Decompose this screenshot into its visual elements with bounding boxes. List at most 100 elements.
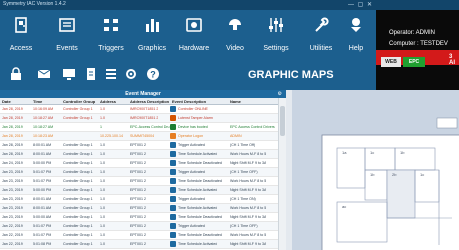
table-row[interactable]: Jan 28, 2019 10:18:27 AM Controller Group …: [0, 114, 278, 123]
room-label: 1c: [370, 150, 374, 155]
ribbon-label: Graphics: [137, 45, 166, 52]
list-icon[interactable]: [104, 67, 118, 81]
ribbon-graphics-button[interactable]: Graphics: [135, 12, 169, 58]
table-row[interactable]: Jan 28, 2019 10:18:27 AM 1 EPC-Access Contr…: [0, 123, 278, 132]
event-type-icon: [170, 106, 176, 112]
cell-event: Lutenst Tamper Alarm: [178, 116, 213, 120]
cell-date: Jan 23, 2019: [2, 179, 23, 183]
cell-event: Time Schedule Deactivated: [178, 215, 222, 219]
table-row[interactable]: Jan 23, 2019 8:00:01 AM Controller Group 1…: [0, 204, 278, 213]
cell-time: 5:01:08 PM: [33, 242, 52, 246]
room-label: 1b: [370, 172, 375, 177]
cell-addr-desc: IMRC900T1851 2: [130, 116, 159, 120]
operator-panel: Operator: ADMIN Computer : TESTDEV 3 Al …: [376, 10, 459, 90]
table-row[interactable]: Jan 24, 2019 5:00:00 PM Controller Group 1…: [0, 159, 278, 168]
graphic-map-view: 1a 1c 1b 1b 2b 1c ac: [286, 90, 459, 250]
window-titlebar: Symmetry IAC Version 1.4.2 — ▢ ✕: [0, 0, 459, 10]
column-header-address[interactable]: Address: [100, 99, 116, 104]
cell-time: 5:01:07 PM: [33, 224, 52, 228]
cell-name: (CH 1 Time ON): [230, 197, 256, 201]
event-manager-panel: Event Manager ⚙ Date Time Controller Gro…: [0, 90, 286, 250]
cell-date: Jan 28, 2019: [2, 143, 23, 147]
cell-event: Time Schedule Deactivated: [178, 179, 222, 183]
ribbon-settings-button[interactable]: Settings: [258, 12, 294, 58]
cell-group: Controller Group 1: [63, 197, 93, 201]
ribbon-utilities-button[interactable]: Utilities: [302, 12, 340, 58]
lock-icon[interactable]: [9, 67, 23, 81]
gear-icon[interactable]: ⚙: [278, 91, 282, 97]
cell-time: 5:01:07 PM: [33, 179, 52, 183]
cell-group: Controller Group 1: [63, 233, 93, 237]
cell-group: Controller Group 1: [63, 242, 93, 246]
table-row[interactable]: Jan 22, 2019 5:01:07 PM Controller Group 1…: [0, 222, 278, 231]
table-row[interactable]: Jan 28, 2019 10:16:09 AM Controller Group …: [0, 105, 278, 114]
floor-plan-canvas[interactable]: 1a 1c 1b 1b 2b 1c ac: [292, 90, 459, 250]
cell-addr-desc: EPT001 2: [130, 188, 146, 192]
cell-time: 10:16:09 AM: [33, 107, 54, 111]
cell-event: Time Schedule Activated: [178, 152, 218, 156]
graphics-chart-icon: [146, 19, 159, 32]
table-row[interactable]: Jan 23, 2019 5:01:07 PM Controller Group 1…: [0, 168, 278, 177]
monitor-icon[interactable]: [62, 67, 76, 81]
help-circle-icon[interactable]: ?: [146, 67, 160, 81]
ribbon-triggers-button[interactable]: Triggers: [94, 12, 128, 58]
alarm-count: 3 Al: [449, 54, 455, 66]
cell-addr-desc: EPT001 2: [130, 242, 146, 246]
cell-name: (CH 1 Time Off): [230, 143, 256, 147]
ribbon-help-button[interactable]: Help: [344, 12, 368, 58]
ribbon-access-button[interactable]: Access: [6, 12, 36, 58]
cell-address: 10.225.100.14: [100, 134, 123, 138]
cell-name: EPC Access Control Drivers: [230, 125, 275, 129]
wrench-icon: [315, 17, 329, 32]
event-type-icon: [170, 187, 176, 193]
cell-event: Operator Logon: [178, 134, 204, 138]
table-row[interactable]: Jan 23, 2019 5:00:00 PM Controller Group 1…: [0, 186, 278, 195]
ribbon-label: Help: [348, 45, 364, 52]
table-row[interactable]: Jan 28, 2019 8:00:01 AM Controller Group 1…: [0, 141, 278, 150]
event-table-header: Date Time Controller Group Address Addre…: [0, 98, 278, 105]
table-row[interactable]: Jan 22, 2019 5:01:08 PM Controller Group 1…: [0, 240, 278, 249]
column-header-name[interactable]: Name: [230, 99, 241, 104]
event-list-scrollbar[interactable]: [278, 98, 286, 250]
cell-group: Controller Group 1: [63, 224, 93, 228]
table-row[interactable]: Jan 28, 2019 10:18:23 AM 10.225.100.14 SUMM…: [0, 132, 278, 141]
cell-event: Time Schedule Activated: [178, 242, 218, 246]
event-manager-header: Event Manager ⚙: [0, 90, 286, 98]
column-header-date[interactable]: Date: [2, 99, 11, 104]
ribbon-hardware-button[interactable]: Hardware: [174, 12, 214, 58]
gear-icon[interactable]: [124, 67, 138, 81]
ribbon-events-button[interactable]: Events: [52, 12, 82, 58]
table-row[interactable]: Jan 28, 2019 8:00:01 AM Controller Group 1…: [0, 150, 278, 159]
cell-date: Jan 22, 2019: [2, 233, 23, 237]
tab-web[interactable]: WEB: [381, 57, 401, 67]
tab-epc[interactable]: EPC: [403, 57, 425, 67]
column-header-controller-group[interactable]: Controller Group: [63, 99, 95, 104]
video-camera-icon: [229, 19, 241, 30]
operator-name: Operator: ADMIN: [389, 30, 436, 36]
table-row[interactable]: Jan 23, 2019 5:00:00 AM Controller Group 1…: [0, 213, 278, 222]
cell-date: Jan 23, 2019: [2, 197, 23, 201]
column-header-address-description[interactable]: Address Description: [130, 99, 169, 104]
table-row[interactable]: Jan 23, 2019 5:01:07 PM Controller Group 1…: [0, 177, 278, 186]
event-type-icon: [170, 115, 176, 121]
cell-date: Jan 28, 2019: [2, 134, 23, 138]
cell-event: Device has booted: [178, 125, 208, 129]
mail-icon[interactable]: [37, 67, 51, 81]
event-type-icon: [170, 124, 176, 130]
document-icon[interactable]: [84, 67, 98, 81]
window-controls[interactable]: — ▢ ✕: [348, 1, 373, 8]
column-header-event-description[interactable]: Event Description: [172, 99, 206, 104]
triggers-icon: [104, 19, 118, 31]
cell-address: 1.0: [100, 152, 105, 156]
cell-time: 10:18:27 AM: [33, 125, 54, 129]
cell-time: 5:01:07 PM: [33, 233, 52, 237]
table-row[interactable]: Jan 22, 2019 5:01:07 PM Controller Group 1…: [0, 231, 278, 240]
cell-time: 8:00:01 AM: [33, 143, 52, 147]
cell-date: Jan 22, 2019: [2, 224, 23, 228]
ribbon-video-button[interactable]: Video: [220, 12, 250, 58]
column-header-time[interactable]: Time: [33, 99, 42, 104]
cell-date: Jan 23, 2019: [2, 170, 23, 174]
table-row[interactable]: Jan 23, 2019 8:00:01 AM Controller Group 1…: [0, 195, 278, 204]
cell-addr-desc: EPT001 2: [130, 224, 146, 228]
cell-address: 1.0: [100, 242, 105, 246]
